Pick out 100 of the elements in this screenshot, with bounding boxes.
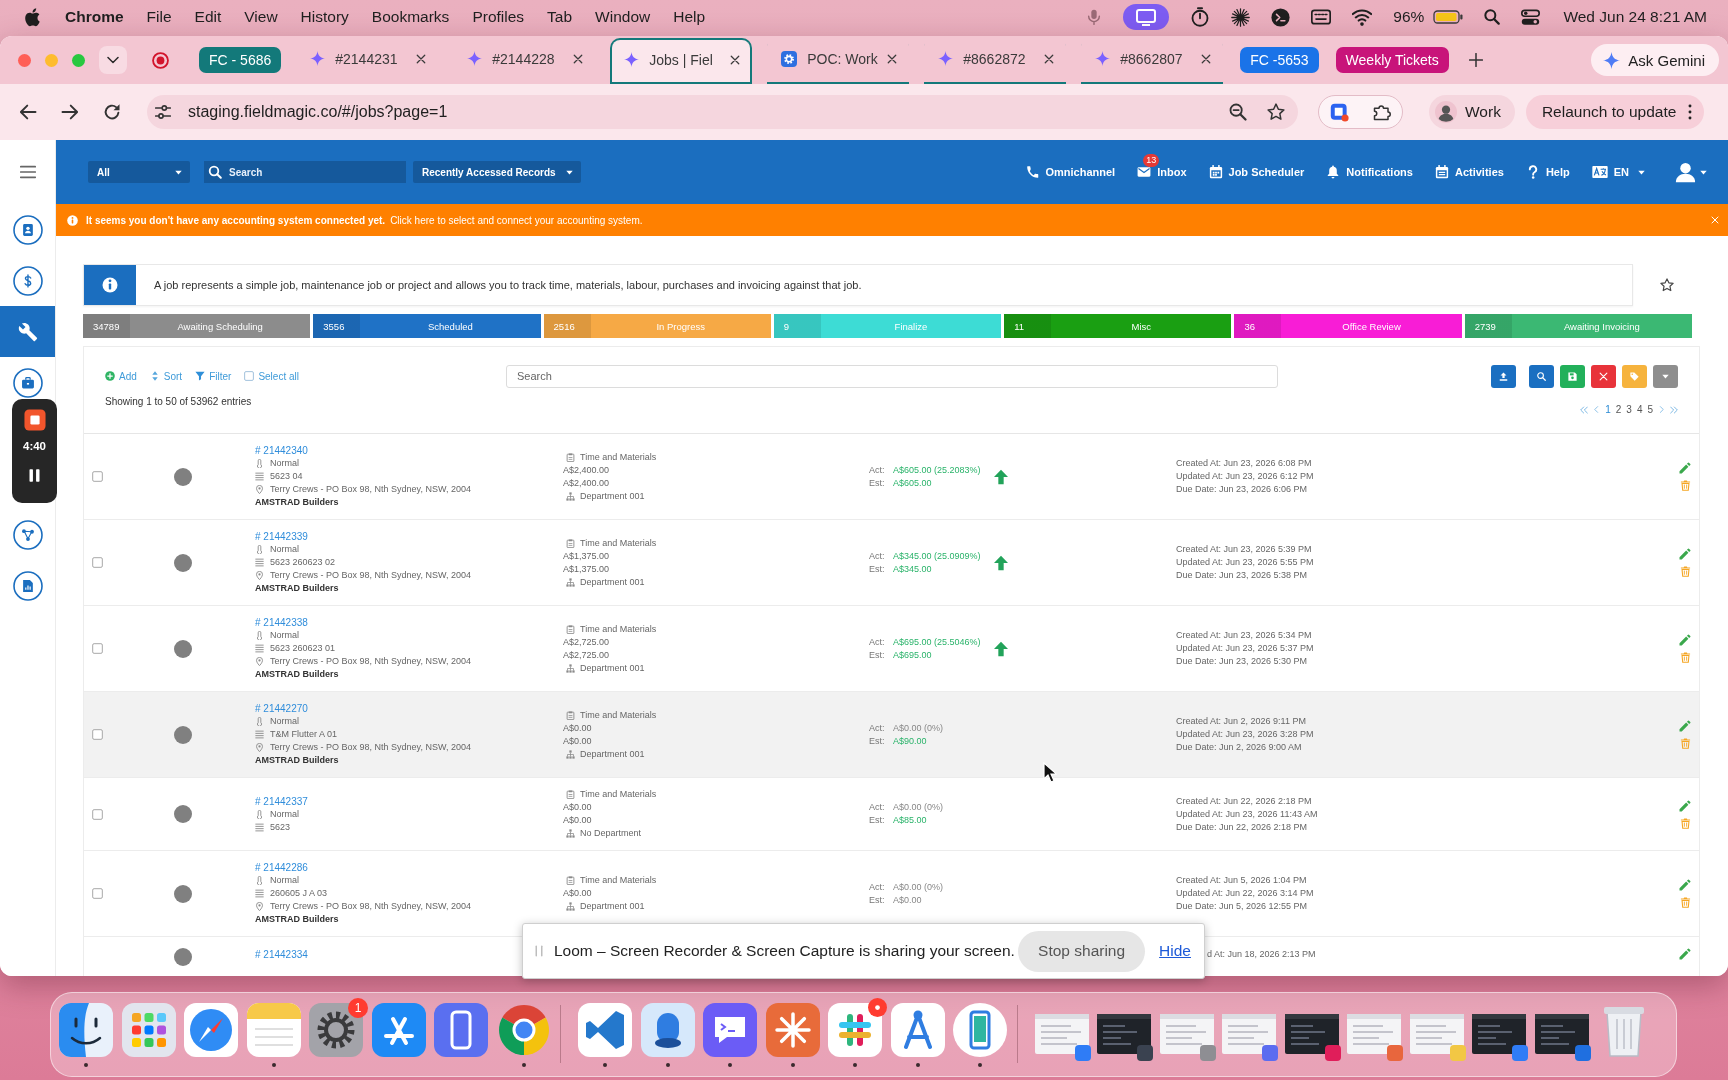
job-number-link[interactable]: # 21442339	[255, 530, 308, 543]
menu-icon[interactable]	[19, 164, 36, 180]
browser-tab[interactable]: POC: Work	[767, 38, 910, 84]
menu-item[interactable]: Profiles	[472, 8, 525, 26]
tab-group-chip[interactable]: Weekly Tickets	[1335, 47, 1449, 73]
search-field[interactable]: Search	[506, 364, 1278, 388]
recent-records-dropdown[interactable]: Recently Accessed Records	[413, 161, 581, 183]
job-number-link[interactable]: # 21442286	[255, 861, 308, 874]
status-filter-tab[interactable]: Office Review	[1281, 314, 1462, 338]
asterisk-app-icon[interactable]	[765, 1003, 820, 1057]
menu-item[interactable]: History	[300, 8, 349, 26]
menu-bar-clock[interactable]: Wed Jun 24 8:21 AM	[1563, 8, 1707, 26]
nav-link[interactable]: Help	[1525, 165, 1570, 179]
pause-icon[interactable]	[27, 468, 42, 483]
user-menu-button[interactable]	[1675, 161, 1707, 183]
browser-tab[interactable]: #2144231	[296, 38, 439, 84]
close-icon[interactable]	[1044, 53, 1055, 64]
job-number-link[interactable]: # 21442270	[255, 702, 308, 715]
edit-icon[interactable]	[1679, 879, 1691, 891]
nav-link[interactable]: EN	[1591, 164, 1645, 180]
relaunch-button[interactable]: Relaunch to update	[1525, 95, 1705, 129]
edit-icon[interactable]	[1679, 462, 1691, 474]
row-checkbox[interactable]	[92, 888, 103, 899]
wifi-icon[interactable]	[1352, 7, 1373, 27]
page-link[interactable]: 1	[1605, 404, 1611, 415]
drafting-compass-app-icon[interactable]	[890, 1003, 945, 1057]
window-thumbnail[interactable]	[1472, 1014, 1526, 1054]
delete-button[interactable]	[1591, 364, 1616, 388]
window-thumbnail[interactable]	[1222, 1014, 1276, 1054]
address-field[interactable]: staging.fieldmagic.co/#/jobs?page=1	[147, 95, 1298, 129]
page-link[interactable]: 5	[1647, 404, 1653, 415]
window-thumbnail[interactable]	[1347, 1014, 1401, 1054]
row-checkbox[interactable]	[92, 557, 103, 568]
bookmark-star-icon[interactable]	[1267, 103, 1285, 121]
window-thumbnail[interactable]	[1534, 1014, 1589, 1054]
select-all-button[interactable]: Select all	[244, 370, 299, 382]
nav-link[interactable]: Activities	[1434, 165, 1504, 179]
site-settings-icon[interactable]	[155, 104, 171, 120]
search-button[interactable]	[1529, 364, 1554, 388]
pen-strokes-app-icon[interactable]	[371, 1003, 426, 1057]
nav-link[interactable]: Notifications	[1326, 165, 1413, 179]
search-field[interactable]: Search	[226, 161, 406, 183]
close-icon[interactable]	[573, 53, 584, 64]
window-thumbnail[interactable]	[1284, 1014, 1339, 1054]
chat-bubble-app-icon[interactable]	[703, 1003, 757, 1057]
edit-icon[interactable]	[1679, 948, 1691, 960]
browser-tab[interactable]: Jobs | Fiel	[610, 38, 753, 84]
screen-mirroring-icon[interactable]	[1123, 4, 1170, 30]
menu-item[interactable]: Bookmarks	[371, 8, 450, 26]
browser-tab[interactable]: #8662872	[924, 38, 1067, 84]
menu-item[interactable]: Tab	[547, 8, 573, 26]
compass-app-icon[interactable]	[184, 1003, 238, 1057]
page-link[interactable]: 2	[1615, 404, 1622, 415]
forward-icon[interactable]	[61, 103, 79, 121]
hash-app-icon[interactable]	[828, 1003, 882, 1057]
upload-button[interactable]	[1491, 364, 1516, 388]
close-icon[interactable]	[416, 53, 427, 64]
job-number-link[interactable]: # 21442334	[255, 948, 308, 961]
circle-logo-app-icon[interactable]	[496, 1003, 551, 1057]
menu-item[interactable]: File	[146, 8, 172, 26]
row-checkbox[interactable]	[92, 808, 103, 820]
ribbon-app-icon[interactable]	[578, 1003, 632, 1057]
puzzle-piece-icon[interactable]	[1373, 103, 1391, 121]
window-thumbnail[interactable]	[1034, 1014, 1089, 1054]
drag-handle-icon[interactable]	[533, 945, 545, 957]
edit-icon[interactable]	[1679, 548, 1691, 560]
asterisk-icon[interactable]	[1231, 7, 1251, 27]
job-number-link[interactable]: # 21442338	[255, 616, 308, 629]
zoom-icon[interactable]	[1229, 103, 1247, 121]
stopwatch-icon[interactable]	[1190, 7, 1211, 27]
hide-link[interactable]: Hide	[1159, 942, 1191, 960]
browser-tab[interactable]: #8662807	[1081, 38, 1224, 84]
close-icon[interactable]	[730, 54, 741, 65]
battery-icon[interactable]	[1433, 10, 1464, 24]
window-thumbnail[interactable]	[1097, 1014, 1151, 1054]
grid-app-icon[interactable]	[121, 1003, 176, 1057]
menu-item[interactable]: View	[244, 8, 278, 26]
save-button[interactable]	[1560, 364, 1585, 388]
microphone-icon[interactable]	[1086, 9, 1103, 25]
filter-button[interactable]: Filter	[195, 370, 232, 382]
menu-item[interactable]: Edit	[194, 8, 222, 26]
apple-logo-icon[interactable]	[24, 7, 40, 27]
row-checkbox[interactable]	[92, 643, 103, 654]
job-number-link[interactable]: # 21442340	[255, 444, 308, 457]
page-link[interactable]: 4	[1636, 404, 1643, 415]
recording-icon[interactable]	[152, 51, 169, 69]
new-tab-icon[interactable]	[1468, 53, 1483, 67]
sort-button[interactable]: Sort	[149, 370, 183, 382]
extension-icon[interactable]	[1330, 102, 1349, 122]
nav-link[interactable]: Job Scheduler	[1208, 165, 1305, 179]
gear-app-icon[interactable]	[309, 1003, 363, 1057]
reload-icon[interactable]	[103, 103, 121, 121]
row-checkbox[interactable]	[92, 471, 103, 482]
menu-item[interactable]: Help	[673, 8, 706, 26]
smiling-face-app-icon[interactable]	[59, 1003, 113, 1057]
search-icon[interactable]	[1484, 9, 1501, 25]
cylinder-app-icon[interactable]	[640, 1003, 695, 1057]
smartphone-app-icon[interactable]	[953, 1003, 1007, 1057]
star-icon[interactable]	[1659, 278, 1674, 292]
keyboard-icon[interactable]	[1311, 7, 1332, 27]
